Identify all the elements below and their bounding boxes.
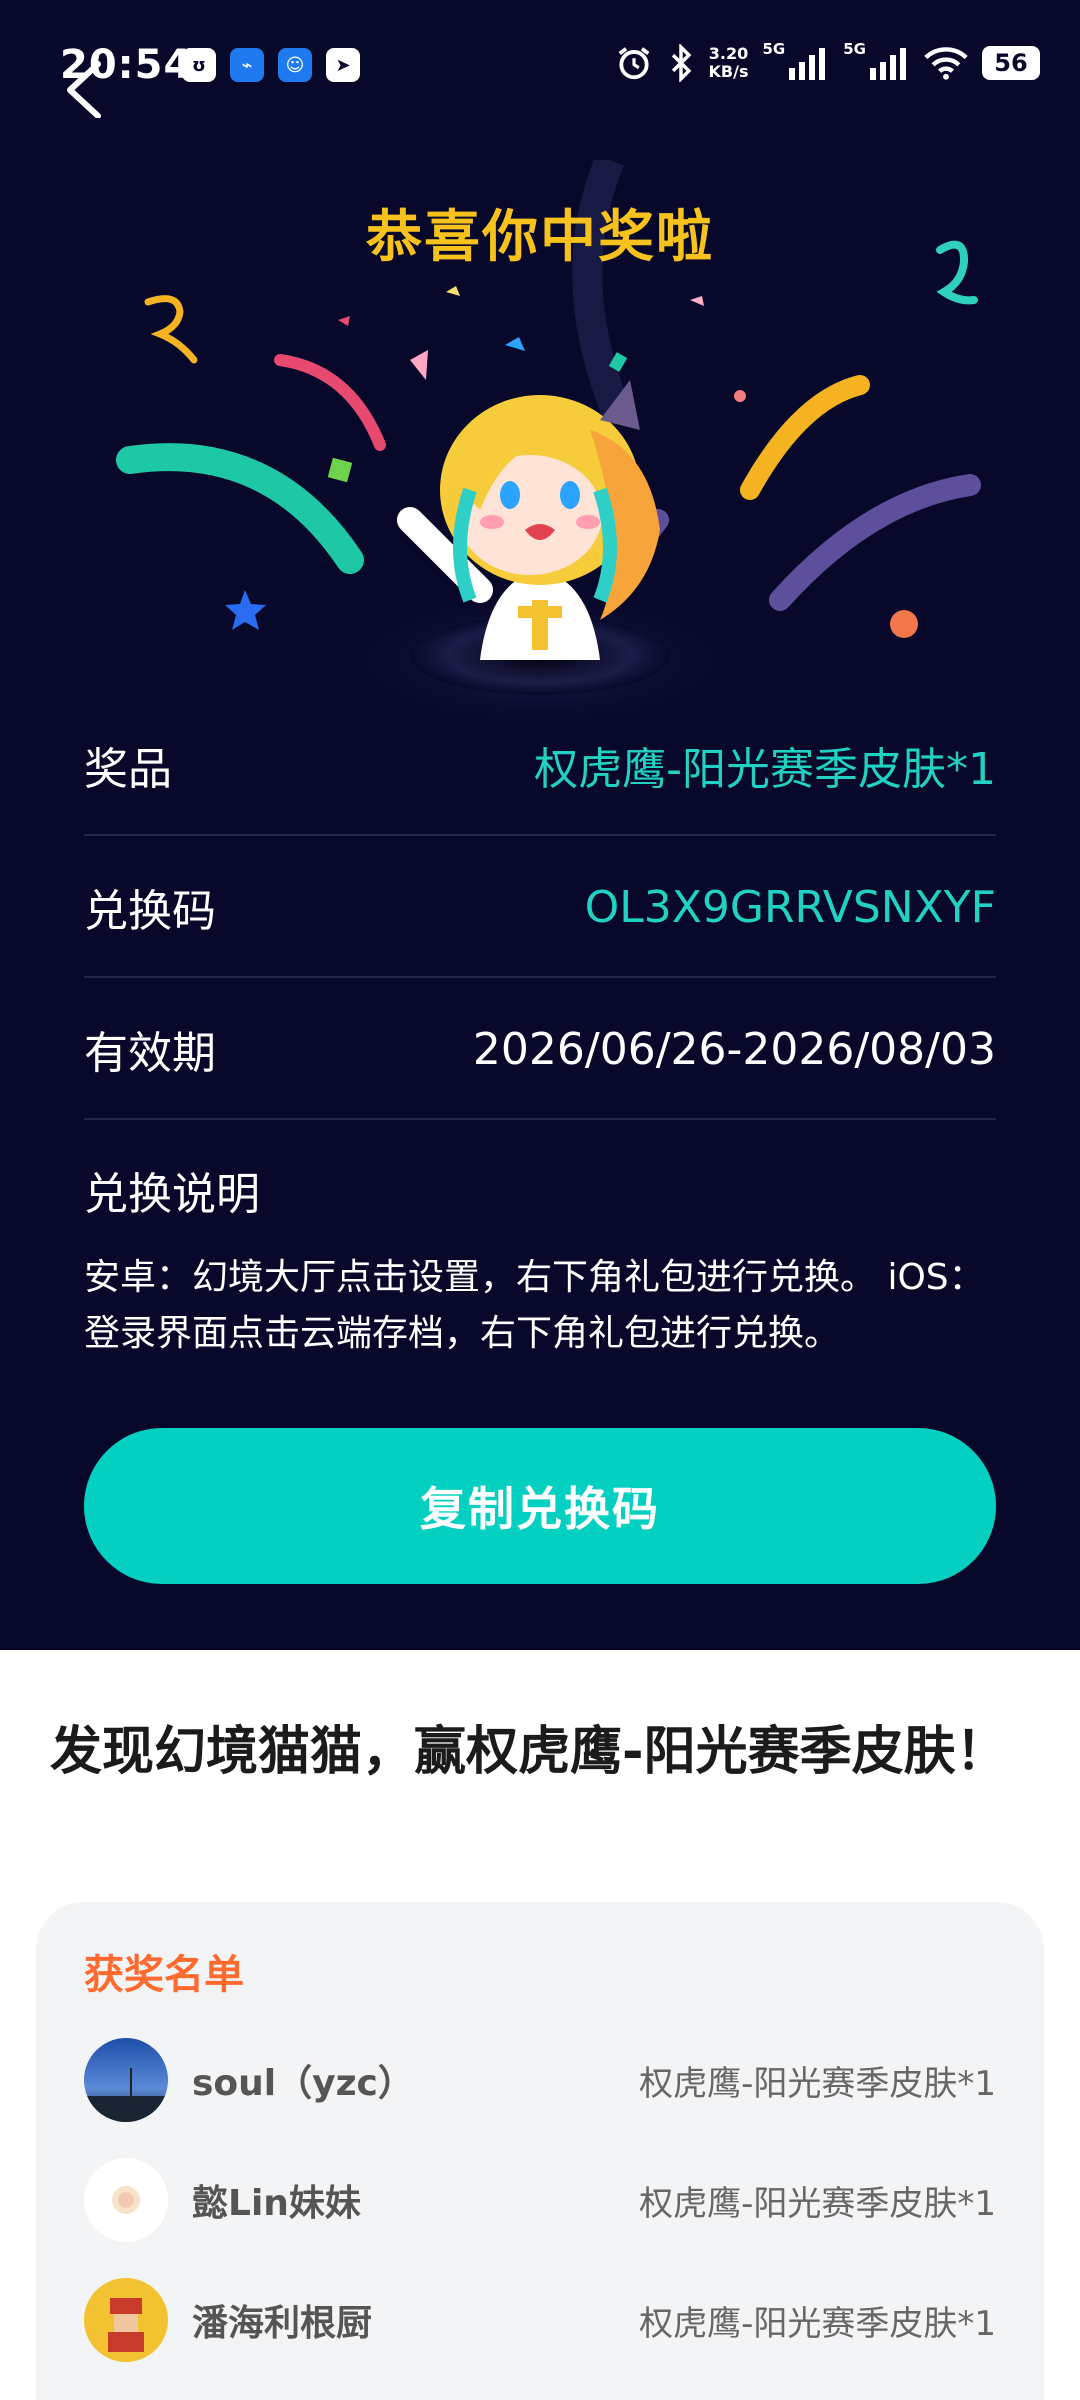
validity-value: 2026/06/26-2026/08/03 bbox=[472, 1023, 996, 1075]
signal-2-label: 5G bbox=[843, 40, 866, 58]
winner-row: 潘海利根厨 权虎鹰-阳光赛季皮肤*1 bbox=[84, 2278, 996, 2362]
notification-icons: ʊ ⌁ ☺ ➤ bbox=[182, 48, 360, 82]
prize-label: 奖品 bbox=[84, 744, 172, 795]
winner-prize: 权虎鹰-阳光赛季皮肤*1 bbox=[639, 2183, 996, 2224]
winner-name: soul（yzc） bbox=[192, 2063, 414, 2104]
status-indicators: 3.20 KB/s 5G 5G 56 bbox=[615, 40, 1040, 82]
send-app-icon: ➤ bbox=[326, 48, 360, 82]
winners-title: 获奖名单 bbox=[84, 1952, 244, 1998]
winner-row: soul（yzc） 权虎鹰-阳光赛季皮肤*1 bbox=[84, 2038, 996, 2122]
battery-indicator: 56 bbox=[982, 46, 1040, 80]
instructions-text: 安卓：幻境大厅点击设置，右下角礼包进行兑换。 iOS：登录界面点击云端存档，右下… bbox=[84, 1257, 985, 1354]
signal-1-label: 5G bbox=[762, 40, 786, 58]
redemption-code[interactable]: OL3X9GRRVSNXYF bbox=[585, 882, 996, 933]
winner-name: 潘海利根厨 bbox=[192, 2303, 373, 2344]
copy-code-button[interactable]: 复制兑换码 bbox=[84, 1428, 996, 1584]
signal-2-icon bbox=[870, 48, 906, 80]
bluetooth-icon bbox=[671, 44, 691, 82]
prize-row: 奖品 权虎鹰-阳光赛季皮肤*1 bbox=[84, 696, 996, 836]
winner-row: 懿Lin妹妹 权虎鹰-阳光赛季皮肤*1 bbox=[84, 2158, 996, 2242]
bear-app-icon: ʊ bbox=[182, 48, 216, 82]
promo-title: 发现幻境猫猫，赢权虎鹰-阳光赛季皮肤！ bbox=[50, 1722, 1008, 1782]
page-title: 恭喜你中奖啦 bbox=[366, 205, 714, 270]
avatar bbox=[84, 2038, 168, 2122]
status-bar: 20:54 ʊ ⌁ ☺ ➤ 3.20 KB/s 5G 5G 56 bbox=[0, 0, 1080, 130]
avatar bbox=[84, 2158, 168, 2242]
wifi-icon bbox=[924, 47, 968, 80]
bot-app-icon: ☺ bbox=[278, 48, 312, 82]
instructions-title: 兑换说明 bbox=[84, 1169, 260, 1220]
winners-card: 获奖名单 soul（yzc） 权虎鹰-阳光赛季皮肤*1 懿Lin妹妹 权虎鹰-阳… bbox=[36, 1902, 1044, 2400]
code-label: 兑换码 bbox=[84, 886, 216, 937]
feather-app-icon: ⌁ bbox=[230, 48, 264, 82]
prize-value: 权虎鹰-阳光赛季皮肤*1 bbox=[534, 744, 996, 795]
alarm-icon bbox=[618, 47, 649, 80]
network-speed: 3.20 KB/s bbox=[708, 44, 749, 81]
signal-1-icon bbox=[789, 48, 826, 80]
back-arrow-icon[interactable] bbox=[60, 58, 108, 118]
winner-prize: 权虎鹰-阳光赛季皮肤*1 bbox=[639, 2063, 996, 2104]
avatar bbox=[84, 2278, 168, 2362]
validity-label: 有效期 bbox=[84, 1028, 216, 1079]
validity-row: 有效期 2026/06/26-2026/08/03 bbox=[84, 980, 996, 1120]
code-row: 兑换码 OL3X9GRRVSNXYF bbox=[84, 838, 996, 978]
prize-result-panel: 20:54 ʊ ⌁ ☺ ➤ 3.20 KB/s 5G 5G 56 恭喜你中奖啦 … bbox=[0, 0, 1080, 1650]
winner-prize: 权虎鹰-阳光赛季皮肤*1 bbox=[639, 2303, 996, 2344]
winner-name: 懿Lin妹妹 bbox=[192, 2183, 361, 2224]
